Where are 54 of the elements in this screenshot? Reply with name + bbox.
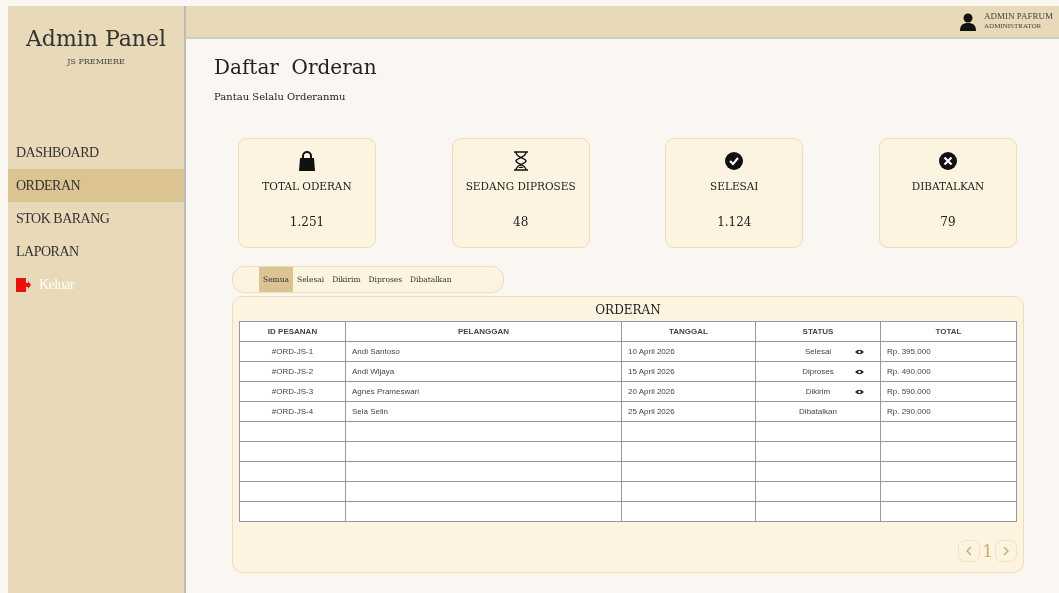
table-cell: Sela Selin	[345, 401, 622, 422]
table-cell: Rp. 290.000	[880, 401, 1017, 422]
eye-icon[interactable]	[855, 368, 864, 375]
column-header: TOTAL	[880, 321, 1017, 342]
page-subtitle: Pantau Selalu Orderanmu	[214, 90, 347, 104]
app-title: Admin Panel	[24, 28, 168, 50]
status-text: Dikirim	[805, 385, 831, 398]
bag-icon	[298, 151, 316, 171]
column-header: PELANGGAN	[345, 321, 622, 342]
user-name: ADMIN PAFRUM	[984, 11, 1053, 21]
table-cell: Andi Santoso	[345, 341, 622, 362]
table-cell: Agnes Prameswari	[345, 381, 622, 402]
sidebar-item[interactable]: ORDERAN	[8, 169, 184, 202]
table-cell: Rp. 490.000	[880, 361, 1017, 382]
stat-value: 1.251	[289, 213, 325, 231]
table-cell: 20 April 2026	[621, 381, 756, 402]
page-title: Daftar Orderan	[214, 55, 378, 79]
table-cell: #ORD-JS-1	[239, 341, 346, 362]
user-icon	[960, 12, 977, 31]
table-cell: Rp. 590.000	[880, 381, 1017, 402]
cross-circle-icon	[938, 151, 957, 171]
chevron-right-icon	[1003, 546, 1009, 557]
table-cell: #ORD-JS-4	[239, 401, 346, 422]
stat-label: TOTAL ODERAN	[262, 179, 352, 194]
app-subtitle: JS PREMIERE	[65, 56, 126, 68]
stat-value: 48	[513, 213, 529, 231]
eye-icon[interactable]	[855, 348, 864, 355]
table-cell: 15 April 2026	[621, 361, 756, 382]
column-header: ID PESANAN	[239, 321, 346, 342]
stat-value: 1.124	[717, 213, 752, 231]
check-circle-icon	[725, 151, 744, 171]
eye-icon[interactable]	[855, 388, 864, 395]
table-cell: #ORD-JS-2	[239, 361, 346, 382]
status-text: Dibatalkan	[799, 405, 837, 418]
stat-label: SELESAI	[710, 179, 759, 194]
table-cell: Rp. 395.000	[880, 341, 1017, 362]
sidebar-item[interactable]: DASHBOARD	[8, 136, 184, 169]
status-text: Selesai	[804, 345, 832, 358]
sidebar-item[interactable]: LAPORAN	[8, 235, 184, 268]
table-cell: #ORD-JS-3	[239, 381, 346, 402]
status-text: Diproses	[802, 365, 834, 378]
sidebar-item[interactable]: STOK BARANG	[8, 202, 184, 235]
table-cell: 10 April 2026	[621, 341, 756, 362]
column-header: TANGGAL	[621, 321, 756, 342]
stat-value: 79	[940, 213, 956, 231]
stat-label: SEDANG DIPROSES	[465, 179, 576, 194]
hourglass-icon	[511, 151, 530, 171]
table-cell: 25 April 2026	[621, 401, 756, 422]
chevron-left-icon	[966, 546, 973, 557]
logout-icon	[16, 277, 31, 292]
column-header: STATUS	[755, 321, 881, 342]
table-cell: Andi Wijaya	[345, 361, 622, 382]
table-title: ORDERAN	[594, 302, 662, 319]
stat-label: DIBATALKAN	[911, 179, 985, 194]
